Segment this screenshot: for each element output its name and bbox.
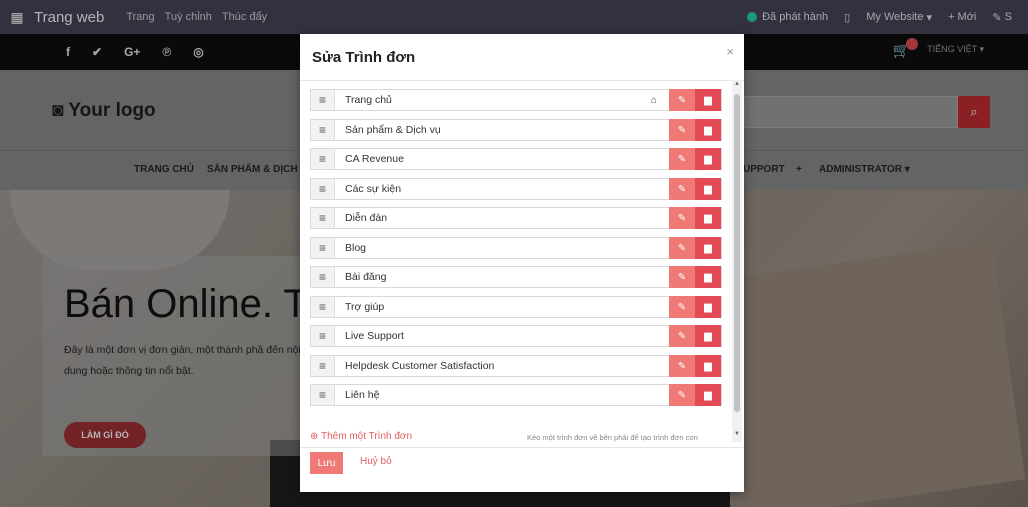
- add-menu-item-label: Thêm một Trình đơn: [321, 431, 413, 442]
- menu-item[interactable]: ≡ Trợ giúp ✎ ▆: [310, 296, 722, 318]
- drag-handle-icon[interactable]: ≡: [311, 385, 335, 405]
- drag-handle-icon[interactable]: ≡: [311, 297, 335, 317]
- cancel-button[interactable]: Huỷ bỏ: [360, 456, 392, 467]
- drag-handle-icon[interactable]: ≡: [311, 267, 335, 287]
- trash-icon[interactable]: ▆: [695, 178, 721, 200]
- trash-icon[interactable]: ▆: [695, 89, 721, 111]
- edit-icon[interactable]: ✎: [669, 89, 695, 111]
- home-icon: ⌂: [651, 94, 658, 106]
- trash-icon[interactable]: ▆: [695, 355, 721, 377]
- drag-handle-icon[interactable]: ≡: [311, 238, 335, 258]
- menu-item[interactable]: ≡ CA Revenue ✎ ▆: [310, 148, 722, 170]
- menu-list: ≡ Trang chủ ⌂ ✎ ▆ ≡ Sản phẩm & Dịch vụ ✎…: [300, 81, 744, 441]
- menu-item[interactable]: ≡ Bài đăng ✎ ▆: [310, 266, 722, 288]
- drag-hint: Kéo một trình đơn về bên phải để tạo trì…: [527, 433, 698, 442]
- trash-icon[interactable]: ▆: [695, 384, 721, 406]
- edit-icon[interactable]: ✎: [669, 178, 695, 200]
- add-menu-item-link[interactable]: ⊕ Thêm một Trình đơn: [310, 431, 412, 442]
- menu-item-label: Trợ giúp: [345, 301, 385, 313]
- plus-circle-icon: ⊕: [310, 431, 319, 442]
- menu-item[interactable]: ≡ Trang chủ ⌂ ✎ ▆: [310, 89, 722, 111]
- trash-icon[interactable]: ▆: [695, 207, 721, 229]
- menu-item[interactable]: ≡ Sản phẩm & Dịch vụ ✎ ▆: [310, 119, 722, 141]
- dialog-title: Sửa Trình đơn: [312, 49, 416, 66]
- drag-handle-icon[interactable]: ≡: [311, 90, 335, 110]
- menu-item-label: Liên hệ: [345, 389, 380, 401]
- scrollbar-thumb[interactable]: [734, 94, 740, 412]
- trash-icon[interactable]: ▆: [695, 119, 721, 141]
- drag-handle-icon[interactable]: ≡: [311, 120, 335, 140]
- menu-item[interactable]: ≡ Helpdesk Customer Satisfaction ✎ ▆: [310, 355, 722, 377]
- edit-icon[interactable]: ✎: [669, 296, 695, 318]
- drag-handle-icon[interactable]: ≡: [311, 326, 335, 346]
- save-button[interactable]: Lưu: [310, 452, 343, 474]
- menu-item-label: Các sự kiện: [345, 183, 402, 195]
- drag-handle-icon[interactable]: ≡: [311, 356, 335, 376]
- menu-item-label: Diễn đàn: [345, 212, 388, 224]
- menu-item-label: Helpdesk Customer Satisfaction: [345, 360, 495, 372]
- edit-icon[interactable]: ✎: [669, 119, 695, 141]
- menu-item[interactable]: ≡ Các sự kiện ✎ ▆: [310, 178, 722, 200]
- drag-handle-icon[interactable]: ≡: [311, 208, 335, 228]
- trash-icon[interactable]: ▆: [695, 296, 721, 318]
- menu-item-label: Blog: [345, 242, 367, 254]
- edit-icon[interactable]: ✎: [669, 266, 695, 288]
- edit-icon[interactable]: ✎: [669, 148, 695, 170]
- edit-icon[interactable]: ✎: [669, 384, 695, 406]
- edit-icon[interactable]: ✎: [669, 325, 695, 347]
- menu-item-label: Sản phẩm & Dịch vụ: [345, 124, 441, 136]
- menu-item[interactable]: ≡ Live Support ✎ ▆: [310, 325, 722, 347]
- edit-icon[interactable]: ✎: [669, 355, 695, 377]
- menu-item[interactable]: ≡ Blog ✎ ▆: [310, 237, 722, 259]
- menu-item-label: Live Support: [345, 330, 404, 342]
- edit-icon[interactable]: ✎: [669, 237, 695, 259]
- menu-item[interactable]: ≡ Diễn đàn ✎ ▆: [310, 207, 722, 229]
- trash-icon[interactable]: ▆: [695, 325, 721, 347]
- trash-icon[interactable]: ▆: [695, 148, 721, 170]
- scroll-up-icon[interactable]: ▲: [734, 81, 740, 87]
- dialog-footer-divider: [300, 447, 744, 448]
- drag-handle-icon[interactable]: ≡: [311, 179, 335, 199]
- menu-item-label: Bài đăng: [345, 271, 387, 283]
- trash-icon[interactable]: ▆: [695, 266, 721, 288]
- scroll-down-icon[interactable]: ▼: [734, 431, 740, 437]
- menu-item-label: Trang chủ: [345, 94, 392, 106]
- edit-menu-dialog: Sửa Trình đơn × ≡ Trang chủ ⌂ ✎ ▆ ≡ Sản …: [300, 34, 744, 492]
- drag-handle-icon[interactable]: ≡: [311, 149, 335, 169]
- close-icon[interactable]: ×: [726, 44, 734, 59]
- menu-item[interactable]: ≡ Liên hệ ✎ ▆: [310, 384, 722, 406]
- edit-icon[interactable]: ✎: [669, 207, 695, 229]
- menu-item-label: CA Revenue: [345, 153, 404, 165]
- trash-icon[interactable]: ▆: [695, 237, 721, 259]
